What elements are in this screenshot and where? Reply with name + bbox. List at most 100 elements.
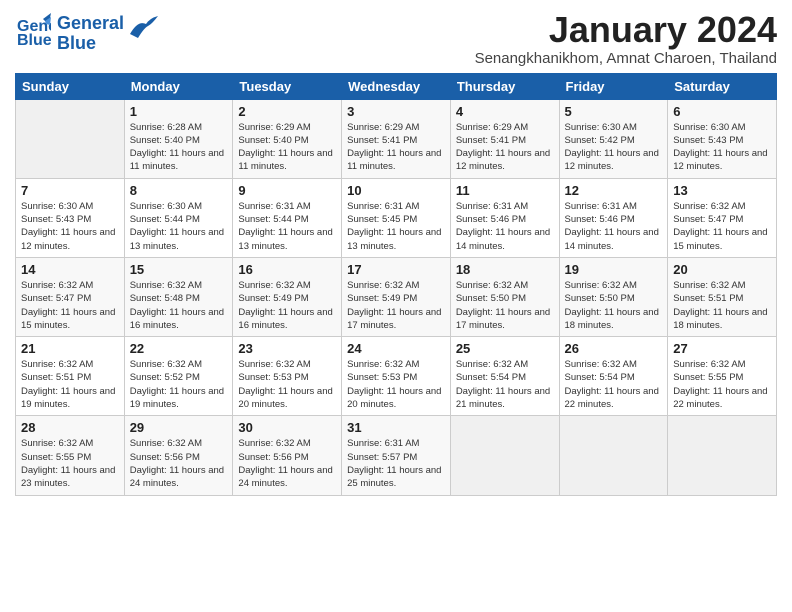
day-header-wednesday: Wednesday	[342, 73, 451, 99]
day-header-friday: Friday	[559, 73, 668, 99]
day-info: Sunrise: 6:31 AMSunset: 5:46 PMDaylight:…	[456, 200, 554, 253]
day-number: 30	[238, 420, 336, 435]
calendar-cell: 29 Sunrise: 6:32 AMSunset: 5:56 PMDayligh…	[124, 416, 233, 495]
page-header: General Blue General Blue January 2024 S…	[15, 10, 777, 67]
day-info: Sunrise: 6:32 AMSunset: 5:49 PMDaylight:…	[238, 279, 336, 332]
day-info: Sunrise: 6:29 AMSunset: 5:41 PMDaylight:…	[347, 121, 445, 174]
calendar-cell: 14 Sunrise: 6:32 AMSunset: 5:47 PMDayligh…	[16, 257, 125, 336]
day-info: Sunrise: 6:30 AMSunset: 5:43 PMDaylight:…	[673, 121, 771, 174]
day-number: 24	[347, 341, 445, 356]
day-info: Sunrise: 6:31 AMSunset: 5:44 PMDaylight:…	[238, 200, 336, 253]
day-info: Sunrise: 6:32 AMSunset: 5:54 PMDaylight:…	[565, 358, 663, 411]
day-info: Sunrise: 6:32 AMSunset: 5:49 PMDaylight:…	[347, 279, 445, 332]
calendar-cell: 6 Sunrise: 6:30 AMSunset: 5:43 PMDaylight…	[668, 99, 777, 178]
day-number: 2	[238, 104, 336, 119]
logo-general: General	[57, 14, 124, 34]
day-info: Sunrise: 6:32 AMSunset: 5:53 PMDaylight:…	[347, 358, 445, 411]
day-number: 19	[565, 262, 663, 277]
day-info: Sunrise: 6:32 AMSunset: 5:47 PMDaylight:…	[21, 279, 119, 332]
day-number: 20	[673, 262, 771, 277]
day-info: Sunrise: 6:31 AMSunset: 5:57 PMDaylight:…	[347, 437, 445, 490]
day-number: 31	[347, 420, 445, 435]
day-number: 4	[456, 104, 554, 119]
day-info: Sunrise: 6:30 AMSunset: 5:42 PMDaylight:…	[565, 121, 663, 174]
calendar-cell: 17 Sunrise: 6:32 AMSunset: 5:49 PMDayligh…	[342, 257, 451, 336]
day-info: Sunrise: 6:30 AMSunset: 5:43 PMDaylight:…	[21, 200, 119, 253]
day-header-tuesday: Tuesday	[233, 73, 342, 99]
day-info: Sunrise: 6:32 AMSunset: 5:50 PMDaylight:…	[456, 279, 554, 332]
calendar-cell: 9 Sunrise: 6:31 AMSunset: 5:44 PMDaylight…	[233, 178, 342, 257]
day-info: Sunrise: 6:32 AMSunset: 5:56 PMDaylight:…	[130, 437, 228, 490]
day-info: Sunrise: 6:32 AMSunset: 5:56 PMDaylight:…	[238, 437, 336, 490]
day-number: 15	[130, 262, 228, 277]
calendar-week-5: 28 Sunrise: 6:32 AMSunset: 5:55 PMDayligh…	[16, 416, 777, 495]
day-number: 23	[238, 341, 336, 356]
calendar-cell	[16, 99, 125, 178]
day-info: Sunrise: 6:32 AMSunset: 5:54 PMDaylight:…	[456, 358, 554, 411]
day-info: Sunrise: 6:31 AMSunset: 5:46 PMDaylight:…	[565, 200, 663, 253]
day-number: 14	[21, 262, 119, 277]
day-number: 16	[238, 262, 336, 277]
calendar-cell: 15Sunrise: 6:32 AMSunset: 5:48 PMDayligh…	[124, 257, 233, 336]
calendar-cell: 16 Sunrise: 6:32 AMSunset: 5:49 PMDayligh…	[233, 257, 342, 336]
calendar-cell: 24 Sunrise: 6:32 AMSunset: 5:53 PMDayligh…	[342, 337, 451, 416]
calendar-cell: 7 Sunrise: 6:30 AMSunset: 5:43 PMDaylight…	[16, 178, 125, 257]
logo-blue: Blue	[57, 34, 124, 54]
day-info: Sunrise: 6:32 AMSunset: 5:55 PMDaylight:…	[21, 437, 119, 490]
calendar-cell	[450, 416, 559, 495]
logo: General Blue General Blue	[15, 10, 158, 54]
day-number: 26	[565, 341, 663, 356]
calendar-header-row: SundayMondayTuesdayWednesdayThursdayFrid…	[16, 73, 777, 99]
title-area: January 2024 Senangkhanikhom, Amnat Char…	[475, 10, 777, 67]
calendar-cell: 20Sunrise: 6:32 AMSunset: 5:51 PMDayligh…	[668, 257, 777, 336]
calendar-cell: 18 Sunrise: 6:32 AMSunset: 5:50 PMDayligh…	[450, 257, 559, 336]
calendar-week-3: 14 Sunrise: 6:32 AMSunset: 5:47 PMDayligh…	[16, 257, 777, 336]
day-number: 6	[673, 104, 771, 119]
logo-bird-icon	[130, 16, 158, 38]
day-number: 27	[673, 341, 771, 356]
day-number: 7	[21, 183, 119, 198]
calendar-cell: 4 Sunrise: 6:29 AMSunset: 5:41 PMDaylight…	[450, 99, 559, 178]
calendar-week-2: 7 Sunrise: 6:30 AMSunset: 5:43 PMDaylight…	[16, 178, 777, 257]
day-number: 12	[565, 183, 663, 198]
day-number: 9	[238, 183, 336, 198]
day-header-saturday: Saturday	[668, 73, 777, 99]
calendar-cell	[559, 416, 668, 495]
day-number: 17	[347, 262, 445, 277]
day-number: 1	[130, 104, 228, 119]
day-number: 29	[130, 420, 228, 435]
calendar-cell: 28 Sunrise: 6:32 AMSunset: 5:55 PMDayligh…	[16, 416, 125, 495]
day-info: Sunrise: 6:28 AMSunset: 5:40 PMDaylight:…	[130, 121, 228, 174]
calendar-cell: 10Sunrise: 6:31 AMSunset: 5:45 PMDayligh…	[342, 178, 451, 257]
day-number: 11	[456, 183, 554, 198]
calendar-cell: 30 Sunrise: 6:32 AMSunset: 5:56 PMDayligh…	[233, 416, 342, 495]
day-info: Sunrise: 6:31 AMSunset: 5:45 PMDaylight:…	[347, 200, 445, 253]
location-title: Senangkhanikhom, Amnat Charoen, Thailand	[475, 50, 777, 67]
day-number: 21	[21, 341, 119, 356]
day-header-sunday: Sunday	[16, 73, 125, 99]
calendar-week-1: 1 Sunrise: 6:28 AMSunset: 5:40 PMDaylight…	[16, 99, 777, 178]
calendar-cell: 11 Sunrise: 6:31 AMSunset: 5:46 PMDayligh…	[450, 178, 559, 257]
day-number: 8	[130, 183, 228, 198]
day-number: 3	[347, 104, 445, 119]
day-header-monday: Monday	[124, 73, 233, 99]
calendar-cell: 5Sunrise: 6:30 AMSunset: 5:42 PMDaylight…	[559, 99, 668, 178]
svg-text:Blue: Blue	[17, 32, 51, 47]
calendar-cell: 8 Sunrise: 6:30 AMSunset: 5:44 PMDaylight…	[124, 178, 233, 257]
day-number: 18	[456, 262, 554, 277]
calendar-cell: 26 Sunrise: 6:32 AMSunset: 5:54 PMDayligh…	[559, 337, 668, 416]
day-info: Sunrise: 6:29 AMSunset: 5:41 PMDaylight:…	[456, 121, 554, 174]
day-info: Sunrise: 6:32 AMSunset: 5:55 PMDaylight:…	[673, 358, 771, 411]
calendar-table: SundayMondayTuesdayWednesdayThursdayFrid…	[15, 73, 777, 496]
calendar-cell: 23Sunrise: 6:32 AMSunset: 5:53 PMDayligh…	[233, 337, 342, 416]
calendar-cell: 31 Sunrise: 6:31 AMSunset: 5:57 PMDayligh…	[342, 416, 451, 495]
calendar-cell: 25 Sunrise: 6:32 AMSunset: 5:54 PMDayligh…	[450, 337, 559, 416]
calendar-cell: 21Sunrise: 6:32 AMSunset: 5:51 PMDayligh…	[16, 337, 125, 416]
day-header-thursday: Thursday	[450, 73, 559, 99]
day-number: 25	[456, 341, 554, 356]
calendar-cell: 22Sunrise: 6:32 AMSunset: 5:52 PMDayligh…	[124, 337, 233, 416]
day-info: Sunrise: 6:32 AMSunset: 5:47 PMDaylight:…	[673, 200, 771, 253]
day-number: 28	[21, 420, 119, 435]
calendar-cell: 2Sunrise: 6:29 AMSunset: 5:40 PMDaylight…	[233, 99, 342, 178]
day-info: Sunrise: 6:30 AMSunset: 5:44 PMDaylight:…	[130, 200, 228, 253]
